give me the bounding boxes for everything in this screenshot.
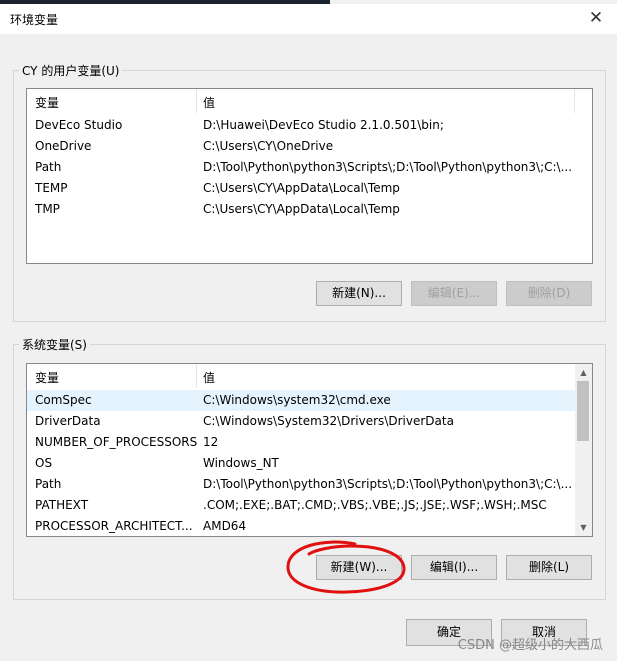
variable-name: TMP — [35, 202, 60, 216]
table-row[interactable]: NUMBER_OF_PROCESSORS 12 — [27, 432, 575, 453]
variable-value: .COM;.EXE;.BAT;.CMD;.VBS;.VBE;.JS;.JSE;.… — [203, 498, 547, 512]
system-delete-button[interactable]: 删除(L) — [506, 555, 592, 580]
variable-name: PROCESSOR_ARCHITECT... — [35, 519, 193, 533]
table-row[interactable]: OS Windows_NT — [27, 453, 575, 474]
table-row[interactable]: PROCESSOR_ARCHITECT... AMD64 — [27, 516, 575, 536]
variable-name: Path — [35, 477, 62, 491]
variable-name: Path — [35, 160, 62, 174]
variable-value: C:\Users\CY\OneDrive — [203, 139, 334, 153]
system-list-header: 变量 值 — [27, 364, 575, 388]
system-list-scrollbar[interactable]: ▲ ▼ — [575, 364, 592, 536]
close-icon[interactable]: ✕ — [585, 7, 607, 29]
variable-value: C:\Windows\system32\cmd.exe — [203, 393, 391, 407]
user-variables-title: CY 的用户变量(U) — [19, 62, 123, 79]
variable-name: OS — [35, 456, 53, 470]
user-new-button[interactable]: 新建(N)... — [316, 281, 402, 306]
variable-name: OneDrive — [35, 139, 92, 153]
variable-value: D:\Tool\Python\python3\Scripts\;D:\Tool\… — [203, 160, 573, 174]
watermark: CSDN @超级小的大西瓜 — [457, 638, 603, 653]
table-row[interactable]: Path D:\Tool\Python\python3\Scripts\;D:\T… — [27, 157, 592, 178]
variable-value: C:\Users\CY\AppData\Local\Temp — [203, 202, 400, 216]
variable-value: C:\Windows\System32\Drivers\DriverData — [203, 414, 454, 428]
variable-value: C:\Users\CY\AppData\Local\Temp — [203, 181, 400, 195]
variable-name: PATHEXT — [35, 498, 89, 512]
scroll-up-icon[interactable]: ▲ — [575, 364, 592, 381]
user-delete-button[interactable]: 删除(D) — [506, 281, 592, 306]
user-edit-button[interactable]: 编辑(E)... — [411, 281, 497, 306]
column-header-variable[interactable]: 变量 — [35, 94, 59, 111]
table-row[interactable]: TEMP C:\Users\CY\AppData\Local\Temp — [27, 178, 592, 199]
variable-value: 12 — [203, 435, 219, 449]
table-row[interactable]: OneDrive C:\Users\CY\OneDrive — [27, 136, 592, 157]
system-variables-list[interactable]: 变量 值 ComSpec C:\Windows\system32\cmd.exe D… — [26, 363, 593, 537]
title-bar: 环境变量 ✕ — [0, 4, 617, 34]
scroll-thumb[interactable] — [577, 381, 589, 441]
user-list-header: 变量 值 — [27, 89, 592, 113]
variable-name: ComSpec — [35, 393, 92, 407]
variable-name: DevEco Studio — [35, 118, 123, 132]
variable-value: AMD64 — [203, 519, 247, 533]
scroll-down-icon[interactable]: ▼ — [575, 519, 592, 536]
variable-name: NUMBER_OF_PROCESSORS — [35, 435, 198, 449]
variable-value: Windows_NT — [203, 456, 279, 470]
variable-name: DriverData — [35, 414, 101, 428]
table-row[interactable]: ComSpec C:\Windows\system32\cmd.exe — [27, 390, 575, 411]
system-variables-title: 系统变量(S) — [19, 336, 90, 353]
variable-value: D:\Tool\Python\python3\Scripts\;D:\Tool\… — [203, 477, 573, 491]
window-title: 环境变量 — [10, 13, 59, 27]
user-variables-list[interactable]: 变量 值 DevEco Studio D:\Huawei\DevEco Studi… — [26, 88, 593, 264]
variable-name: TEMP — [35, 181, 68, 195]
column-header-value[interactable]: 值 — [203, 369, 215, 386]
table-row[interactable]: PATHEXT .COM;.EXE;.BAT;.CMD;.VBS;.VBE;.JS… — [27, 495, 575, 516]
variable-value: D:\Huawei\DevEco Studio 2.1.0.501\bin; — [203, 118, 444, 132]
column-header-value[interactable]: 值 — [203, 94, 215, 111]
table-row[interactable]: TMP C:\Users\CY\AppData\Local\Temp — [27, 199, 592, 220]
column-header-variable[interactable]: 变量 — [35, 369, 59, 386]
table-row[interactable]: DevEco Studio D:\Huawei\DevEco Studio 2.1… — [27, 115, 592, 136]
table-row[interactable]: DriverData C:\Windows\System32\Drivers\Dr… — [27, 411, 575, 432]
system-new-button[interactable]: 新建(W)... — [316, 555, 402, 580]
system-edit-button[interactable]: 编辑(I)... — [411, 555, 497, 580]
table-row[interactable]: Path D:\Tool\Python\python3\Scripts\;D:\T… — [27, 474, 575, 495]
